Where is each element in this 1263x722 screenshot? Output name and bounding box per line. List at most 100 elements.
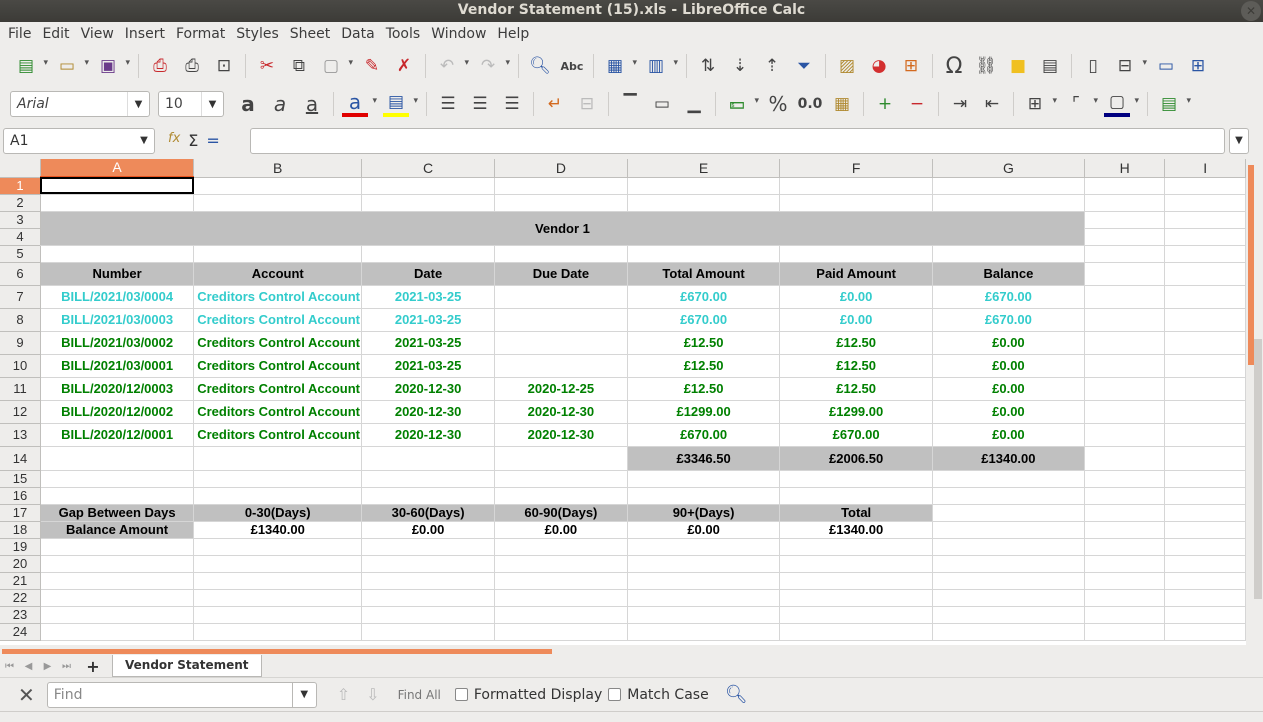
new-document-icon[interactable]: ▤ [13, 53, 48, 79]
cell[interactable] [1084, 331, 1166, 355]
delete-decimal-icon[interactable]: − [904, 91, 930, 117]
bill-total[interactable]: £12.50 [627, 377, 781, 401]
cell[interactable] [1164, 487, 1246, 505]
aging-header[interactable]: Total [779, 504, 933, 522]
tab-vendor-statement[interactable]: Vendor Statement [112, 655, 262, 677]
bill-due-date[interactable] [494, 331, 628, 355]
bill-balance[interactable]: £670.00 [932, 285, 1085, 309]
aging-label[interactable]: Balance Amount [40, 521, 195, 539]
cell[interactable] [779, 623, 933, 641]
cell[interactable] [779, 245, 933, 263]
cell[interactable] [932, 470, 1085, 488]
row-header[interactable]: 10 [0, 354, 41, 378]
insert-image-icon[interactable]: ▨ [834, 53, 860, 79]
cell[interactable] [494, 572, 628, 590]
last-sheet-icon[interactable]: ⏭ [57, 661, 76, 672]
cell[interactable] [40, 589, 195, 607]
border-style-icon[interactable]: ⌜ [1063, 91, 1098, 117]
cell[interactable] [1084, 245, 1166, 263]
bill-balance[interactable]: £0.00 [932, 331, 1085, 355]
find-input[interactable]: Find [46, 681, 293, 708]
column-header-b[interactable]: B [193, 159, 363, 178]
cell[interactable] [193, 446, 363, 471]
row-header[interactable]: 24 [0, 623, 41, 641]
cell[interactable] [494, 606, 628, 624]
bill-number[interactable]: BILL/2020/12/0003 [40, 377, 195, 401]
spreadsheet-grid[interactable]: A B C D E F G H I 1 2 3 Vendor 1 4 5 6 N… [0, 159, 1246, 645]
menu-edit[interactable]: Edit [36, 26, 74, 42]
cell[interactable] [193, 555, 363, 573]
balance-sum[interactable]: £1340.00 [932, 446, 1085, 471]
font-name-combo[interactable]: Arial ▼ [10, 91, 150, 117]
cell[interactable] [1164, 354, 1246, 378]
bill-paid[interactable]: £12.50 [779, 354, 933, 378]
aging-header[interactable]: Gap Between Days [40, 504, 195, 522]
autofilter-icon[interactable]: ⏷ [791, 53, 817, 79]
column-header-c[interactable]: C [361, 159, 495, 178]
cell[interactable] [40, 470, 195, 488]
cell[interactable] [1084, 504, 1166, 522]
menu-data[interactable]: Data [335, 26, 379, 42]
cell[interactable] [40, 623, 195, 641]
cell[interactable] [1164, 589, 1246, 607]
cell[interactable] [40, 245, 195, 263]
bill-paid[interactable]: £1299.00 [779, 400, 933, 424]
row-header[interactable]: 9 [0, 331, 41, 355]
bill-account[interactable]: Creditors Control Account [193, 423, 363, 447]
row-header[interactable]: 3 [0, 211, 41, 229]
row-header[interactable]: 18 [0, 521, 41, 539]
paid-amount-sum[interactable]: £2006.50 [779, 446, 933, 471]
chevron-down-icon[interactable]: ▼ [134, 129, 154, 153]
header-balance[interactable]: Balance [932, 262, 1085, 286]
chevron-down-icon[interactable]: ▼ [292, 681, 317, 708]
column-header-g[interactable]: G [932, 159, 1085, 178]
bill-date[interactable]: 2020-12-30 [361, 423, 495, 447]
cell[interactable] [361, 555, 495, 573]
bill-paid[interactable]: £0.00 [779, 308, 933, 332]
cell[interactable] [1164, 446, 1246, 471]
cell[interactable] [494, 623, 628, 641]
font-color-icon[interactable]: a [342, 90, 377, 117]
cell[interactable] [1084, 308, 1166, 332]
row-header[interactable]: 16 [0, 487, 41, 505]
menu-tools[interactable]: Tools [380, 26, 426, 42]
save-icon[interactable]: ▣ [95, 53, 130, 79]
define-print-area-icon[interactable]: ▯ [1080, 53, 1106, 79]
cell[interactable] [193, 538, 363, 556]
wrap-text-icon[interactable]: ↵ [542, 91, 568, 117]
bill-paid[interactable]: £670.00 [779, 423, 933, 447]
menu-help[interactable]: Help [491, 26, 534, 42]
cell[interactable] [1084, 377, 1166, 401]
header-footer-icon[interactable]: ▤ [1037, 53, 1063, 79]
cell[interactable] [361, 446, 495, 471]
menu-styles[interactable]: Styles [230, 26, 283, 42]
bill-paid[interactable]: £12.50 [779, 377, 933, 401]
cell[interactable] [361, 572, 495, 590]
cell[interactable] [932, 194, 1085, 212]
row-header[interactable]: 2 [0, 194, 41, 212]
cell[interactable] [1164, 400, 1246, 424]
vendor-title[interactable]: Vendor 1 [40, 211, 1085, 246]
cell[interactable] [361, 470, 495, 488]
cell[interactable] [1084, 521, 1166, 539]
horizontal-scroll-thumb[interactable] [2, 649, 552, 654]
close-window-icon[interactable]: ✕ [1241, 1, 1261, 21]
conditional-format-icon[interactable]: ▤ [1156, 91, 1191, 117]
menu-file[interactable]: File [2, 26, 36, 42]
bill-total[interactable]: £670.00 [627, 308, 781, 332]
header-paid-amount[interactable]: Paid Amount [779, 262, 933, 286]
cell[interactable] [779, 194, 933, 212]
copy-icon[interactable]: ⧉ [286, 53, 312, 79]
cell[interactable] [779, 538, 933, 556]
bill-due-date[interactable] [494, 308, 628, 332]
number-format-icon[interactable]: 0.0 [797, 91, 823, 117]
cell[interactable] [361, 177, 495, 195]
menu-view[interactable]: View [75, 26, 119, 42]
increase-indent-icon[interactable]: ⇥ [947, 91, 973, 117]
align-bottom-icon[interactable]: ▁ [681, 91, 707, 117]
row-header[interactable]: 13 [0, 423, 41, 447]
sort-ascending-icon[interactable]: ⇡ [759, 53, 785, 79]
cell[interactable] [627, 623, 781, 641]
cell[interactable] [779, 589, 933, 607]
date-format-icon[interactable]: ▦ [829, 91, 855, 117]
